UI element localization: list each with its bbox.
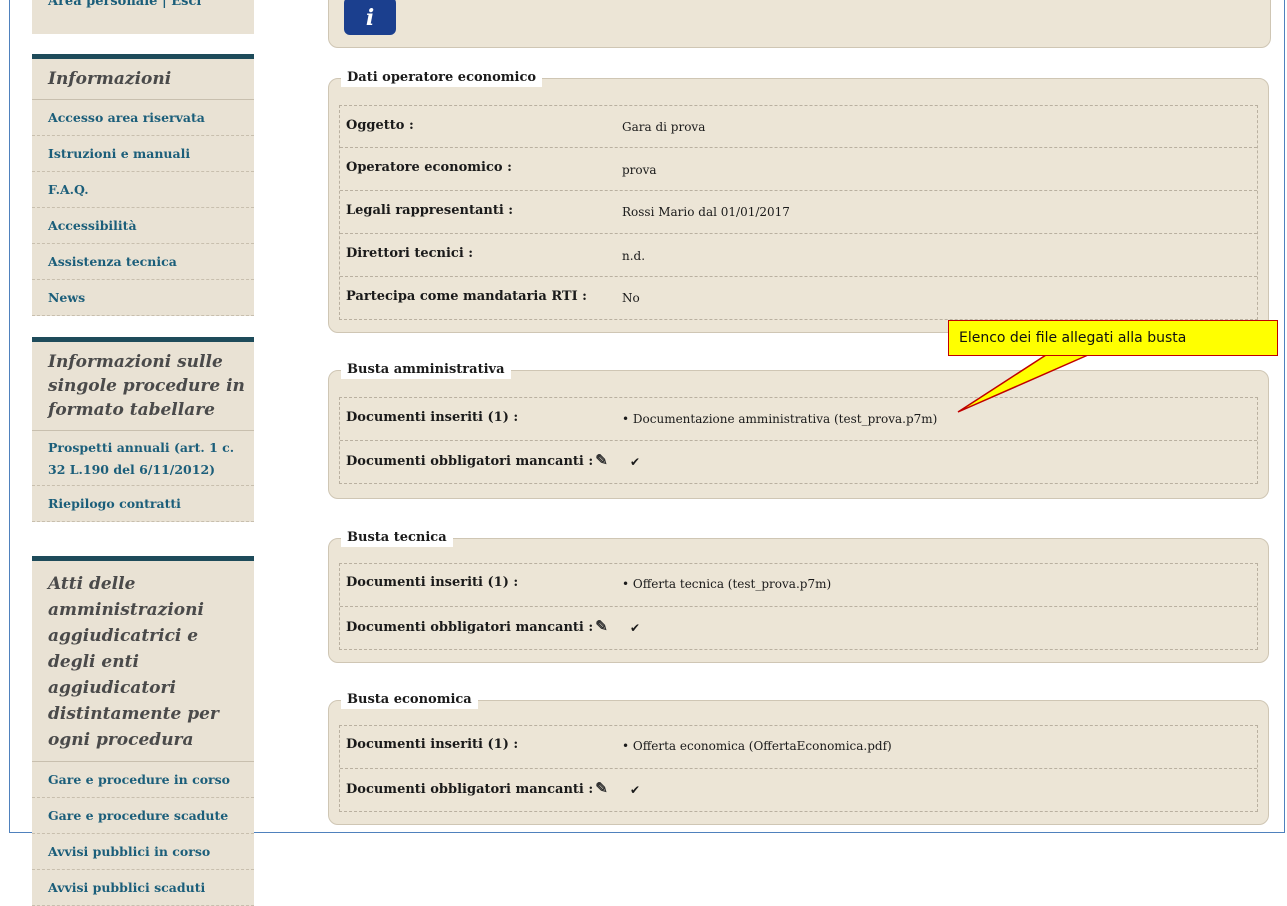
- section-title: Informazioni: [32, 59, 254, 100]
- pencil-icon: ✎: [595, 451, 608, 469]
- row-label: Legali rappresentanti :: [346, 203, 514, 218]
- fieldset-legend: Busta tecnica: [341, 529, 453, 547]
- fieldset-dati-operatore: Dati operatore economico Oggetto : Gara …: [328, 69, 1269, 333]
- row-legali-rappresentanti: Legali rappresentanti : Rossi Mario dal …: [340, 191, 1257, 234]
- user-links[interactable]: Area personale | Esci: [48, 0, 201, 9]
- row-oggetto: Oggetto : Gara di prova: [340, 106, 1257, 148]
- sidebar-section-informazioni: Informazioni Accesso area riservata Istr…: [32, 54, 254, 316]
- row-value: prova: [622, 163, 657, 177]
- checkmark-icon: ✔: [630, 455, 641, 469]
- row-label: Operatore economico :: [346, 160, 512, 175]
- sidebar-item-avvisi-in-corso[interactable]: Avvisi pubblici in corso: [32, 834, 254, 870]
- sidebar-item-gare-scadute[interactable]: Gare e procedure scadute: [32, 798, 254, 834]
- sidebar-item-assistenza-tecnica[interactable]: Assistenza tecnica: [32, 244, 254, 280]
- busta-rows: Documenti inseriti (1) : • Offerta tecni…: [339, 563, 1258, 650]
- sidebar-item-accessibilita[interactable]: Accessibilità: [32, 208, 254, 244]
- sidebar: Area personale | Esci Informazioni Acces…: [32, 0, 254, 906]
- row-direttori-tecnici: Direttori tecnici : n.d.: [340, 234, 1257, 277]
- pencil-icon: ✎: [595, 779, 608, 797]
- sidebar-item-news[interactable]: News: [32, 280, 254, 316]
- fieldset-busta-economica: Busta economica Documenti inseriti (1) :…: [328, 691, 1269, 825]
- row-documenti-mancanti: Documenti obbligatori mancanti : ✎ ✔: [340, 607, 1257, 649]
- row-value: No: [622, 291, 640, 305]
- pencil-icon: ✎: [595, 617, 608, 635]
- sidebar-item-gare-in-corso[interactable]: Gare e procedure in corso: [32, 762, 254, 798]
- section-title: Atti delle amministrazioni aggiudicatric…: [32, 561, 254, 762]
- document-link[interactable]: • Documentazione amministrativa (test_pr…: [622, 412, 937, 426]
- callout-box: Elenco dei file allegati alla busta: [948, 320, 1278, 356]
- missing-label: Documenti obbligatori mancanti :: [346, 620, 594, 635]
- fieldset-legend: Busta amministrativa: [341, 361, 511, 379]
- sidebar-section-atti: Atti delle amministrazioni aggiudicatric…: [32, 556, 254, 906]
- missing-label: Documenti obbligatori mancanti :: [346, 782, 594, 797]
- row-documenti-inseriti: Documenti inseriti (1) : • Offerta econo…: [340, 726, 1257, 769]
- sidebar-item-accesso-area-riservata[interactable]: Accesso area riservata: [32, 100, 254, 136]
- row-value: n.d.: [622, 249, 646, 263]
- info-icon: i: [344, 0, 396, 35]
- row-documenti-mancanti: Documenti obbligatori mancanti : ✎ ✔: [340, 441, 1257, 483]
- callout-text: Elenco dei file allegati alla busta: [959, 330, 1187, 346]
- row-label: Direttori tecnici :: [346, 246, 474, 261]
- sidebar-item-avvisi-scaduti[interactable]: Avvisi pubblici scaduti: [32, 870, 254, 906]
- row-documenti-mancanti: Documenti obbligatori mancanti : ✎ ✔: [340, 769, 1257, 811]
- sidebar-item-istruzioni-manuali[interactable]: Istruzioni e manuali: [32, 136, 254, 172]
- fieldset-legend: Busta economica: [341, 691, 478, 709]
- row-label: Documenti obbligatori mancanti : ✎: [346, 451, 608, 469]
- busta-rows: Documenti inseriti (1) : • Offerta econo…: [339, 725, 1258, 812]
- row-mandataria-rti: Partecipa come mandataria RTI : No: [340, 277, 1257, 319]
- row-value: Gara di prova: [622, 120, 706, 134]
- section-title: Informazioni sulle singole procedure in …: [32, 342, 254, 431]
- checkmark-icon: ✔: [630, 621, 641, 635]
- row-label: Documenti obbligatori mancanti : ✎: [346, 779, 608, 797]
- row-value: Rossi Mario dal 01/01/2017: [622, 205, 790, 219]
- sidebar-item-faq[interactable]: F.A.Q.: [32, 172, 254, 208]
- missing-label: Documenti obbligatori mancanti :: [346, 454, 594, 469]
- row-documenti-inseriti: Documenti inseriti (1) : • Offerta tecni…: [340, 564, 1257, 607]
- sidebar-item-prospetti-annuali[interactable]: Prospetti annuali (art. 1 c. 32 L.190 de…: [32, 431, 254, 486]
- callout-annotation: Elenco dei file allegati alla busta: [948, 320, 1278, 442]
- document-link[interactable]: • Offerta tecnica (test_prova.p7m): [622, 577, 831, 591]
- operatore-rows: Oggetto : Gara di prova Operatore econom…: [339, 105, 1258, 320]
- row-label: Documenti obbligatori mancanti : ✎: [346, 617, 608, 635]
- row-label: Documenti inseriti (1) :: [346, 737, 519, 752]
- row-label: Oggetto :: [346, 118, 414, 133]
- sidebar-item-riepilogo-contratti[interactable]: Riepilogo contratti: [32, 486, 254, 522]
- user-links-box: Area personale | Esci: [32, 0, 254, 34]
- info-box: i: [328, 0, 1271, 48]
- checkmark-icon: ✔: [630, 783, 641, 797]
- fieldset-busta-tecnica: Busta tecnica Documenti inseriti (1) : •…: [328, 529, 1269, 663]
- row-label: Documenti inseriti (1) :: [346, 575, 519, 590]
- row-label: Documenti inseriti (1) :: [346, 410, 519, 425]
- row-label: Partecipa come mandataria RTI :: [346, 289, 587, 304]
- document-link[interactable]: • Offerta economica (OffertaEconomica.pd…: [622, 739, 892, 753]
- row-operatore: Operatore economico : prova: [340, 148, 1257, 191]
- sidebar-section-procedure-tabellare: Informazioni sulle singole procedure in …: [32, 337, 254, 522]
- fieldset-legend: Dati operatore economico: [341, 69, 543, 87]
